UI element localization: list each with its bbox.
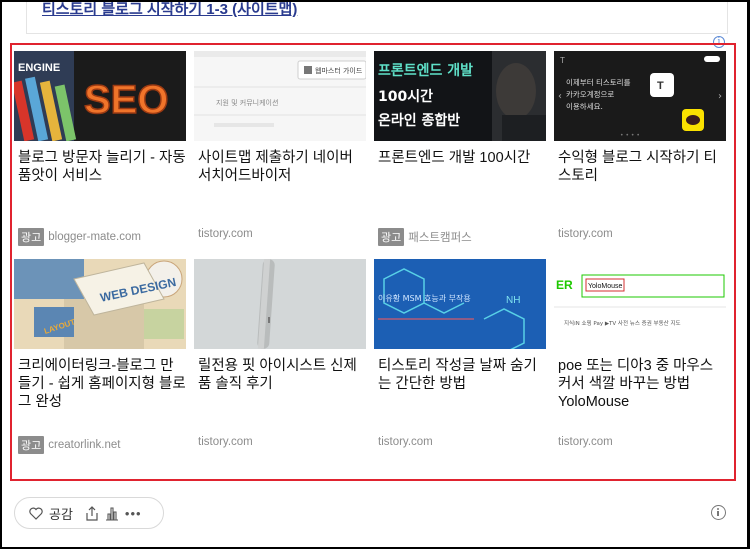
previous-post-link[interactable]: 티스토리 블로그 시작하기 1-3 (사이트맵)	[42, 2, 297, 19]
thumb-text: SEO	[84, 78, 168, 122]
thumb-text: 프론트엔드 개발	[378, 62, 473, 79]
previous-post-card: 티스토리 블로그 시작하기 1-3 (사이트맵)	[26, 2, 728, 34]
more-icon[interactable]: •••	[125, 506, 142, 521]
info-icon[interactable]	[711, 505, 726, 520]
ad-badge: 광고	[18, 228, 45, 246]
page: 티스토리 블로그 시작하기 1-3 (사이트맵) i ENGINE SEO 블로…	[2, 2, 747, 547]
card-thumbnail[interactable]: ER YoloMouse 지식iN 쇼핑 Pay ▶TV 사전 뉴스 증권 부동…	[554, 259, 726, 349]
card-source: 광고 패스트캠퍼스	[378, 228, 472, 246]
thumb-extra: 지원 및 커뮤니케이션	[216, 98, 278, 107]
card-thumbnail[interactable]: ENGINE SEO	[14, 51, 186, 141]
thumb-extra2: 온라인 종합반	[378, 112, 460, 129]
svg-text:NH: NH	[506, 295, 520, 306]
heart-icon[interactable]	[29, 507, 43, 520]
card-source: tistory.com	[558, 436, 613, 448]
card-title[interactable]: 크리에이터링크-블로그 만들기 - 쉽게 홈페이지형 블로그 완성	[18, 357, 186, 411]
thumb-extra: 카카오계정으로	[566, 89, 614, 99]
card-thumbnail[interactable]: T ‹ › 이제부터 티스토리를 카카오계정으로 이용하세요. T • • • …	[554, 51, 726, 141]
card-thumbnail[interactable]: 프론트엔드 개발 100시간 온라인 종합반	[374, 51, 546, 141]
ad-badge: 광고	[378, 228, 405, 246]
card-source-text: blogger-mate.com	[48, 231, 141, 243]
card-source-text: creatorlink.net	[48, 439, 121, 451]
svg-text:지식iN 쇼핑 Pay ▶TV 사전 뉴스 증권: 지식iN 쇼핑 Pay ▶TV 사전 뉴스 증권 부동산 지도	[564, 319, 681, 327]
card-title[interactable]: 릴전용 핏 아이시스트 신제품 솔직 후기	[198, 357, 366, 393]
card-thumbnail[interactable]: WEB DESIGN LAYOUT	[14, 259, 186, 349]
thumb-extra: ER	[556, 278, 573, 292]
reaction-bar: 공감 •••	[14, 497, 164, 529]
card-title[interactable]: 프론트엔드 개발 100시간	[378, 149, 546, 167]
card-source: tistory.com	[558, 228, 613, 240]
svg-text:‹: ‹	[558, 91, 562, 102]
card-title[interactable]: poe 또는 디아3 중 마우스 커서 색깔 바꾸는 방법 YoloMouse	[558, 357, 726, 411]
card-source: tistory.com	[378, 436, 433, 448]
card-thumbnail[interactable]	[194, 259, 366, 349]
svg-text:T: T	[657, 80, 664, 92]
card-title[interactable]: 티스토리 작성글 날짜 숨기는 간단한 방법	[378, 357, 546, 393]
card-source: tistory.com	[198, 436, 253, 448]
stats-icon[interactable]	[105, 506, 119, 521]
share-icon[interactable]	[85, 505, 99, 521]
svg-text:• • • •: • • • •	[620, 132, 640, 139]
card-thumbnail[interactable]: 웹마스터 가이드 지원 및 커뮤니케이션	[194, 51, 366, 141]
thumb-extra: 100시간	[378, 88, 433, 105]
card-title[interactable]: 블로그 방문자 늘리기 - 자동 품앗이 서비스	[18, 149, 186, 185]
thumb-text: 이제부터 티스토리를	[566, 77, 631, 87]
thumb-extra2: 이용하세요.	[566, 101, 603, 111]
svg-text:T: T	[560, 56, 565, 65]
thumb-text: 이유황 MSM 효능과 부작용	[378, 293, 471, 303]
card-source: 광고 blogger-mate.com	[18, 228, 141, 246]
ad-badge: 광고	[18, 436, 45, 454]
card-source: 광고 creatorlink.net	[18, 436, 120, 454]
card-source-text: 패스트캠퍼스	[408, 232, 472, 244]
card-title[interactable]: 사이트맵 제출하기 네이버 서치어드바이저	[198, 149, 366, 185]
thumb-text: 웹마스터 가이드	[315, 66, 363, 75]
thumb-text: YoloMouse	[588, 283, 622, 290]
card-title[interactable]: 수익형 블로그 시작하기 티스토리	[558, 149, 726, 185]
card-thumbnail[interactable]: NH 이유황 MSM 효능과 부작용	[374, 259, 546, 349]
thumb-extra: ENGINE	[18, 62, 60, 74]
like-button[interactable]: 공감	[49, 504, 73, 523]
card-source: tistory.com	[198, 228, 253, 240]
svg-text:›: ›	[718, 91, 722, 102]
